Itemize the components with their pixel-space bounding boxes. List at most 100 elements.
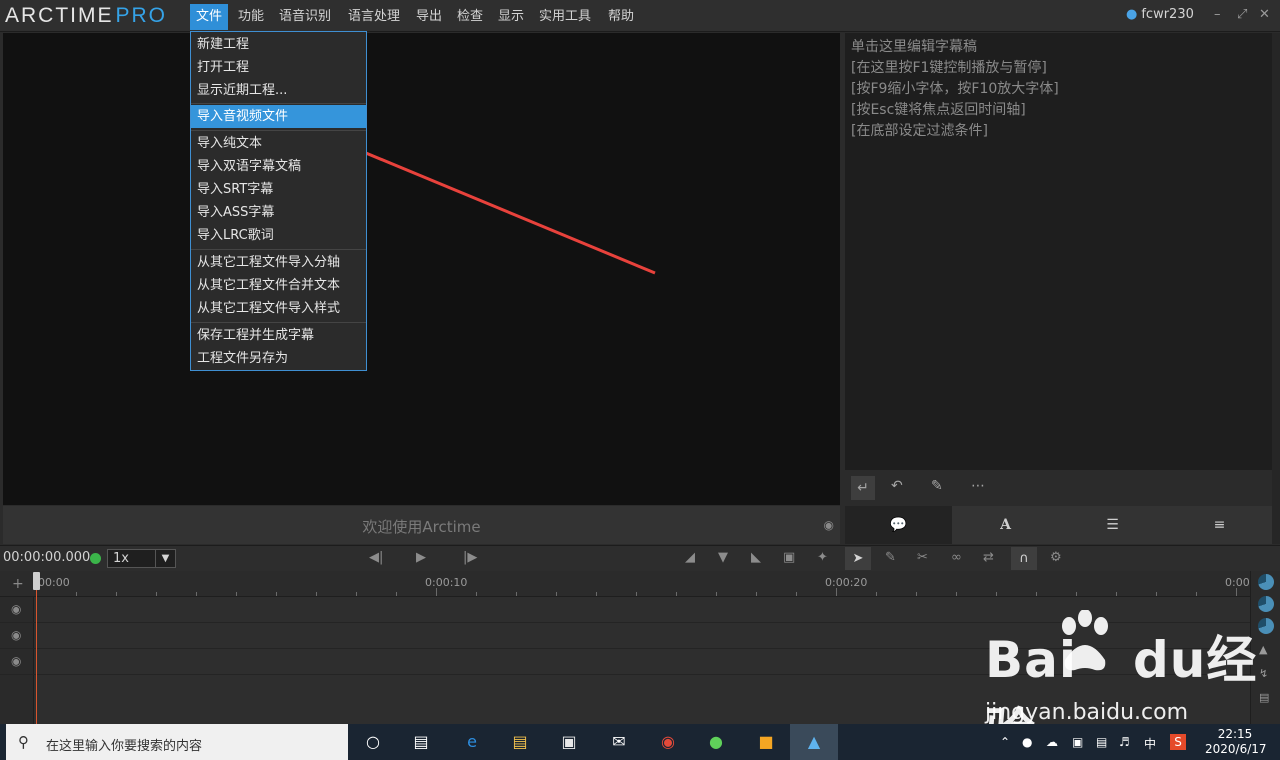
menu-help[interactable]: 帮助 xyxy=(602,4,640,30)
link-icon[interactable]: ∞ xyxy=(951,550,962,565)
menu-import-ass[interactable]: 导入ASS字幕 xyxy=(191,201,366,224)
file-menu-dropdown: 新建工程 打开工程 显示近期工程... 导入音视频文件 导入纯文本 导入双语字幕… xyxy=(190,31,367,371)
menu-file[interactable]: 文件 xyxy=(190,4,229,30)
scissors-icon[interactable]: ✂ xyxy=(917,550,928,565)
menu-import-media[interactable]: 导入音视频文件 xyxy=(191,105,366,128)
ruler-tick xyxy=(196,592,197,596)
taskbar-clock[interactable]: 22:15 2020/6/17 xyxy=(1205,727,1267,757)
menu-tools[interactable]: 实用工具 xyxy=(533,4,597,30)
edit-tool-icon[interactable]: ✎ xyxy=(885,550,896,565)
insert-icon[interactable]: ↵ xyxy=(851,476,875,500)
ruler-tick xyxy=(476,592,477,596)
ruler-tick xyxy=(276,592,277,596)
select-tool-icon[interactable]: ➤ xyxy=(845,547,871,570)
watermark-url: jingyan.baidu.com xyxy=(985,700,1189,725)
menu-display[interactable]: 显示 xyxy=(492,4,530,30)
file-explorer-icon[interactable]: ▤ xyxy=(509,732,531,752)
ruler-tick xyxy=(796,592,797,596)
menu-save-generate[interactable]: 保存工程并生成字幕 xyxy=(191,324,366,347)
arctime-taskbar-button[interactable]: ▲ xyxy=(790,724,838,760)
menu-import-timing[interactable]: 从其它工程文件导入分轴 xyxy=(191,251,366,274)
ruler-tick xyxy=(316,592,317,596)
taskbar-search[interactable]: ⚲ 在这里输入你要搜索的内容 xyxy=(6,724,348,760)
ruler-tick xyxy=(356,592,357,596)
magic-wand-icon[interactable]: ✦ xyxy=(817,550,828,565)
menu-speech-recognition[interactable]: 语音识别 xyxy=(273,4,337,30)
speed-select[interactable]: 1x ▼ xyxy=(107,549,176,568)
minimize-icon[interactable]: – xyxy=(1214,7,1221,22)
menu-recent-projects[interactable]: 显示近期工程... xyxy=(191,79,366,102)
eye-icon[interactable]: ◉ xyxy=(11,602,21,616)
more-icon[interactable]: ⋯ xyxy=(971,478,985,494)
tab-list[interactable]: ☰ xyxy=(1059,506,1166,544)
sogou-icon[interactable]: S xyxy=(1170,734,1186,750)
eye-icon[interactable]: ◉ xyxy=(11,654,21,668)
gear-icon[interactable]: ⚙ xyxy=(1050,550,1062,565)
app-icon[interactable]: ■ xyxy=(755,732,777,752)
mark-icon[interactable]: ▼ xyxy=(718,550,728,565)
usb-icon[interactable]: ▣ xyxy=(1072,735,1083,749)
qq-icon[interactable]: ● xyxy=(1022,735,1032,749)
mark-out-icon[interactable]: ◣ xyxy=(751,550,761,565)
menu-import-srt[interactable]: 导入SRT字幕 xyxy=(191,178,366,201)
wechat-icon[interactable]: ● xyxy=(705,732,727,752)
ruler-label: 0:00:20 xyxy=(825,576,868,589)
mail-icon[interactable]: ✉ xyxy=(608,732,630,752)
subtitle-editor[interactable]: 单击这里编辑字幕稿 [在这里按F1键控制播放与暂停] [按F9缩小字体，按F10… xyxy=(845,33,1272,470)
video-preview[interactable] xyxy=(3,33,840,505)
chrome-icon[interactable]: ◉ xyxy=(657,732,679,752)
menu-save-as[interactable]: 工程文件另存为 xyxy=(191,347,366,370)
timeline-ruler[interactable]: + 00:00 0:00:10 0:00:20 0:00: xyxy=(0,571,1253,597)
camera-icon[interactable]: ▣ xyxy=(783,550,795,565)
user-account[interactable]: ● fcwr230 xyxy=(1126,7,1194,22)
task-view-icon[interactable]: ▤ xyxy=(410,732,432,752)
undo-icon[interactable]: ↶ xyxy=(891,478,903,494)
eye-icon[interactable]: ◉ xyxy=(824,518,834,532)
volume-icon[interactable]: ♬ xyxy=(1119,735,1130,749)
menu-import-lrc[interactable]: 导入LRC歌词 xyxy=(191,224,366,247)
volume-knob[interactable] xyxy=(1258,596,1274,612)
menu-import-text[interactable]: 导入纯文本 xyxy=(191,132,366,155)
ruler-tick xyxy=(236,592,237,596)
add-track-icon[interactable]: + xyxy=(12,576,24,592)
chevron-up-icon[interactable]: ⌃ xyxy=(1000,735,1010,749)
menu-open-project[interactable]: 打开工程 xyxy=(191,56,366,79)
play-icon[interactable]: ▶ xyxy=(416,550,426,565)
menu-import-style[interactable]: 从其它工程文件导入样式 xyxy=(191,297,366,320)
ime-indicator[interactable]: 中 xyxy=(1144,735,1156,752)
menu-function[interactable]: 功能 xyxy=(232,4,270,30)
menu-check[interactable]: 检查 xyxy=(451,4,489,30)
playhead[interactable] xyxy=(36,577,37,724)
next-icon[interactable]: |▶ xyxy=(463,550,477,565)
cloud-icon[interactable]: ☁ xyxy=(1046,735,1058,749)
menu-merge-text[interactable]: 从其它工程文件合并文本 xyxy=(191,274,366,297)
pencil-icon[interactable]: ✎ xyxy=(931,478,943,494)
magnet-icon[interactable]: ∩ xyxy=(1011,547,1037,570)
tab-settings[interactable]: ≡ xyxy=(1166,506,1273,544)
store-icon[interactable]: ▣ xyxy=(558,732,580,752)
close-icon[interactable]: ✕ xyxy=(1259,7,1270,22)
subtitle-scrollbar[interactable] xyxy=(1272,33,1280,544)
edge-icon[interactable]: e xyxy=(461,732,483,752)
menu-language-processing[interactable]: 语言处理 xyxy=(342,4,406,30)
volume-knob[interactable] xyxy=(1258,574,1274,590)
cortana-icon[interactable]: ○ xyxy=(362,732,384,752)
clock-date: 2020/6/17 xyxy=(1205,742,1267,756)
tab-style[interactable]: A xyxy=(952,506,1059,544)
subtitle-hint: [按Esc键将焦点返回时间轴] xyxy=(851,102,1026,118)
prev-icon[interactable]: ◀| xyxy=(369,550,383,565)
tab-subtitles[interactable]: 💬 xyxy=(845,506,952,544)
swap-icon[interactable]: ⇄ xyxy=(983,550,994,565)
mark-in-icon[interactable]: ◢ xyxy=(685,550,695,565)
ruler-tick xyxy=(596,592,597,596)
ruler-tick xyxy=(1236,588,1237,596)
menu-import-bilingual[interactable]: 导入双语字幕文稿 xyxy=(191,155,366,178)
ruler-tick xyxy=(1076,592,1077,596)
playhead-handle[interactable] xyxy=(33,572,40,590)
menu-bar: ARCTIMEPRO 文件 功能 语音识别 语言处理 导出 检查 显示 实用工具… xyxy=(0,0,1280,32)
eye-icon[interactable]: ◉ xyxy=(11,628,21,642)
menu-new-project[interactable]: 新建工程 xyxy=(191,33,366,56)
network-icon[interactable]: ▤ xyxy=(1096,735,1107,749)
menu-export[interactable]: 导出 xyxy=(410,4,448,30)
maximize-icon[interactable]: ⤢ xyxy=(1237,7,1247,22)
